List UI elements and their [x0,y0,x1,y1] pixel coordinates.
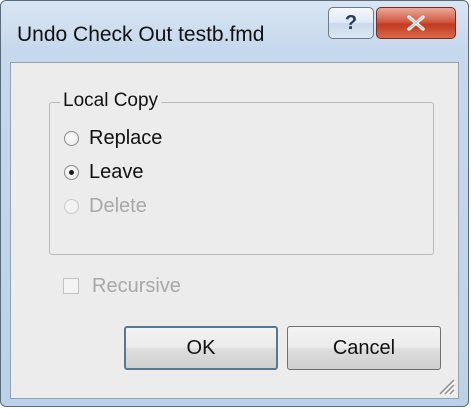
dialog-window: Undo Check Out testb.fmd ? Local Copy Re… [0,0,469,407]
help-button[interactable]: ? [328,7,374,39]
window-title: Undo Check Out testb.fmd [17,23,265,46]
close-button[interactable] [376,7,456,39]
radio-button-disabled [64,198,79,214]
resize-grip-icon[interactable] [434,374,456,396]
radio-label: Leave [89,160,144,183]
radio-option-delete: Delete [64,193,147,219]
help-icon: ? [344,11,358,34]
dialog-client-area: Local Copy Replace Leave Delete Recursiv… [10,62,459,399]
ok-button[interactable]: OK [124,326,278,370]
recursive-label: Recursive [92,274,181,297]
local-copy-groupbox: Local Copy Replace Leave Delete [49,90,434,255]
radio-button[interactable] [64,130,79,146]
group-legend: Local Copy [60,90,162,112]
title-bar[interactable]: Undo Check Out testb.fmd ? [1,1,468,63]
radio-label: Delete [89,194,147,217]
close-icon [407,15,425,31]
radio-button-selected[interactable] [64,164,79,180]
recursive-checkbox [63,278,79,294]
radio-option-leave[interactable]: Leave [64,159,144,185]
radio-label: Replace [89,126,163,149]
radio-option-replace[interactable]: Replace [64,125,162,151]
recursive-option: Recursive [63,273,181,299]
cancel-button[interactable]: Cancel [287,326,441,370]
